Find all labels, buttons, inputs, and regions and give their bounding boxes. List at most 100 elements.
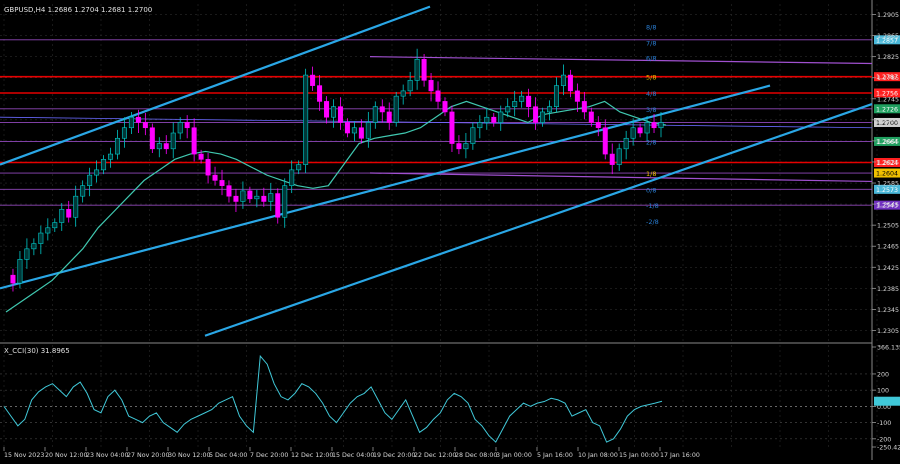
candle-body (177, 122, 183, 134)
price-tick-label: 1.2465 (877, 244, 899, 251)
cci-tick-label: -100 (877, 420, 891, 427)
candle-body (533, 106, 539, 123)
time-tick-label: 3 Jan 00:00 (496, 452, 532, 459)
murrey-label: 4/8 (646, 90, 656, 98)
candle-body (351, 127, 357, 134)
time-tick-label: 5 Jan 16:00 (537, 452, 573, 459)
candle-body (491, 116, 497, 123)
time-tick-label: 15 Dec 04:00 (332, 452, 374, 459)
time-tick-label: 5 Dec 04:00 (209, 452, 247, 459)
candle-body (637, 127, 643, 134)
candle-body (616, 148, 622, 165)
price-tag-label: 1.2726 (876, 106, 898, 113)
candle-body (456, 143, 462, 150)
candle-body (470, 127, 476, 144)
price-tick-label: 1.2705 (877, 117, 899, 124)
candle-body (66, 209, 72, 218)
candle-body (101, 159, 107, 171)
candle-body (547, 106, 553, 113)
candle-body (247, 190, 253, 200)
price-tick-label: 1.2545 (877, 202, 899, 209)
time-tick-label: 20 Nov 12:00 (45, 452, 87, 459)
candle-body (505, 106, 511, 113)
price-tick-label: 1.2825 (877, 54, 899, 61)
candle-body (574, 90, 580, 102)
price-tick-label: 1.2745 (877, 96, 899, 103)
time-tick-label: 27 Nov 20:00 (127, 452, 169, 459)
murrey-label: 7/8 (646, 39, 656, 47)
candle-body (94, 169, 100, 176)
candle-body (24, 248, 30, 260)
price-tick-label: 1.2305 (877, 328, 899, 335)
candle-body (414, 58, 420, 81)
candle-body (275, 193, 281, 218)
candle-body (310, 74, 316, 86)
candle-body (108, 153, 114, 160)
chart-background (0, 0, 900, 460)
candle-body (254, 195, 260, 200)
candle-body (261, 195, 267, 202)
candle-body (379, 106, 385, 113)
murrey-label: -1/8 (646, 202, 659, 210)
price-tick-label: 1.2505 (877, 223, 899, 230)
candle-body (149, 127, 155, 150)
trading-chart-window[interactable]: 8/8 7/8 6/8 5/8 4/8 3/8 2/8 1/8 0/8 -1/8 -2/8 1.28… (0, 0, 900, 460)
price-tick-label: 1.2905 (877, 12, 899, 19)
candle-body (282, 185, 288, 218)
cci-tick-label: -200 (877, 436, 891, 443)
candle-body (233, 195, 239, 202)
candle-body (442, 101, 448, 113)
price-tick-label: 1.2425 (877, 265, 899, 272)
candle-body (581, 101, 587, 113)
murrey-label: 5/8 (646, 74, 656, 82)
candle-body (498, 111, 504, 123)
candle-body (219, 180, 225, 186)
candle-body (421, 58, 427, 81)
candle-body (400, 90, 406, 97)
candle-body (289, 169, 295, 186)
price-tick-label: 1.2665 (877, 138, 899, 145)
candle-body (128, 116, 134, 129)
candle-body (560, 74, 566, 86)
time-tick-label: 28 Dec 08:00 (455, 452, 497, 459)
candle-body (170, 132, 176, 150)
candle-body (303, 74, 309, 165)
price-tick-label: 1.2385 (877, 286, 899, 293)
time-tick-label: 10 Jan 08:00 (578, 452, 618, 459)
price-tag: 1.2726 (874, 104, 900, 114)
candle-body (330, 106, 336, 118)
candle-body (477, 122, 483, 129)
candle-body (45, 227, 51, 234)
candle-body (296, 164, 302, 171)
candle-body (435, 90, 441, 102)
cci-tick-label: 200 (877, 371, 889, 378)
murrey-label: 0/8 (646, 186, 656, 194)
time-tick-label: 17 Jan 16:00 (660, 452, 700, 459)
candle-body (240, 190, 246, 202)
candle-body (317, 85, 323, 102)
candle-body (10, 274, 16, 284)
indicator-header: X_CCI(30) 31.8965 (4, 347, 70, 355)
time-tick-label: 7 Dec 20:00 (250, 452, 288, 459)
candle-body (449, 111, 455, 144)
cci-tick-label: 366.1356 (877, 345, 900, 352)
candle-body (644, 122, 650, 134)
candle-body (156, 143, 162, 150)
candle-body (512, 101, 518, 107)
time-tick-label: 12 Dec 12:00 (291, 452, 333, 459)
murrey-label: 1/8 (646, 170, 656, 178)
candle-body (87, 174, 93, 186)
candle-body (567, 74, 573, 92)
price-tag-label: 1.2573 (876, 187, 898, 194)
time-tick-label: 23 Nov 04:00 (86, 452, 128, 459)
price-tick-label: 1.2345 (877, 307, 899, 314)
candle-body (52, 222, 58, 229)
price-tick-label: 1.2585 (877, 181, 899, 188)
candle-body (358, 127, 364, 139)
price-chart-canvas[interactable]: 8/8 7/8 6/8 5/8 4/8 3/8 2/8 1/8 0/8 -1/8 -2/8 1.28… (0, 0, 900, 460)
candle-body (651, 122, 657, 129)
candle-body (38, 232, 44, 244)
candle-body (142, 122, 148, 129)
cci-value-tag (874, 396, 900, 406)
candle-body (17, 259, 23, 284)
